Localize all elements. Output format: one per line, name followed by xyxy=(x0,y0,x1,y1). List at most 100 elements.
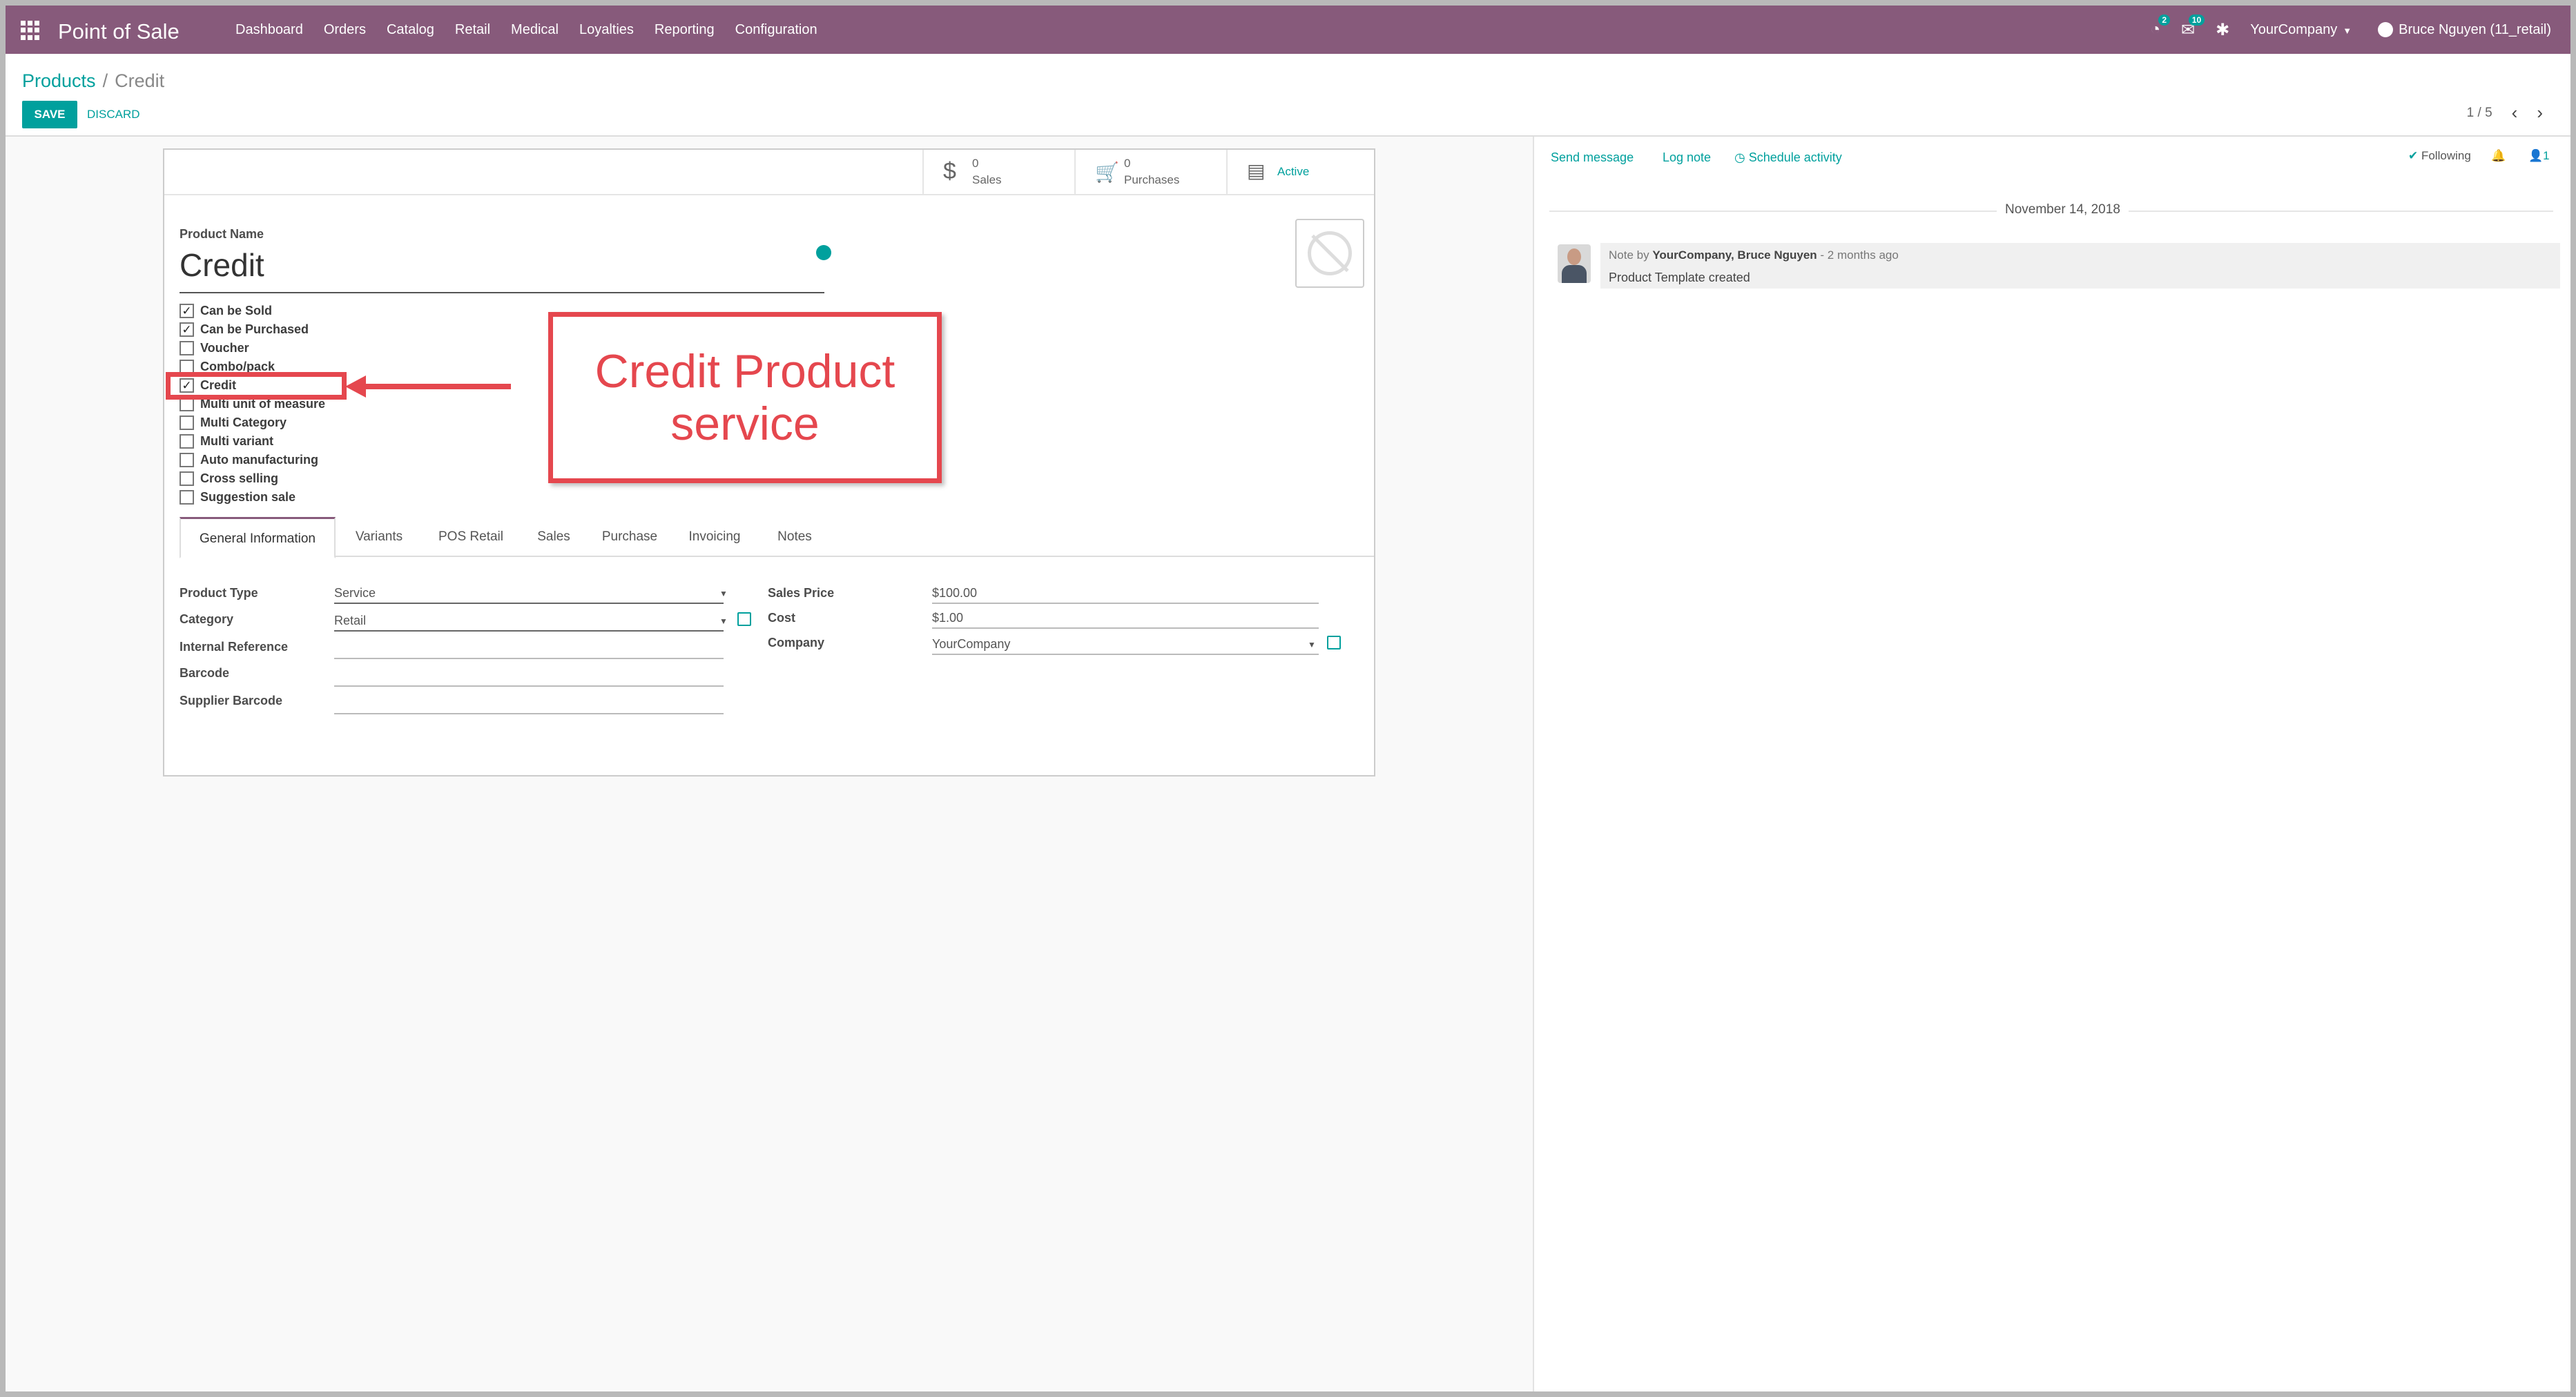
checkbox-can-be-purchased[interactable]: ✓ xyxy=(180,322,194,337)
company-name: YourCompany xyxy=(2250,21,2338,37)
menu-dashboard[interactable]: Dashboard xyxy=(235,22,303,38)
pager-next-icon[interactable]: › xyxy=(2537,102,2543,124)
checkbox-voucher[interactable] xyxy=(180,340,194,355)
purchases-label: Purchases xyxy=(1124,173,1180,186)
send-message-button[interactable]: Send message xyxy=(1551,150,1634,165)
active-label: Active xyxy=(1277,165,1310,178)
user-avatar xyxy=(2378,22,2394,38)
chatter-divider xyxy=(1533,137,1534,1391)
cost-input[interactable]: $1.00 xyxy=(932,611,963,625)
annotation-callout: Credit Product service xyxy=(548,312,942,483)
translate-globe-icon[interactable] xyxy=(816,245,831,260)
clock-icon: ◷ xyxy=(1734,150,1749,164)
author-avatar[interactable] xyxy=(1558,244,1591,283)
option-label: Suggestion sale xyxy=(200,489,296,504)
menu-reporting[interactable]: Reporting xyxy=(655,22,715,38)
debug-icon[interactable]: ✱ xyxy=(2216,20,2229,40)
followers-button[interactable]: 👤1 xyxy=(2528,149,2550,163)
top-navbar: Point of Sale Dashboard Orders Catalog R… xyxy=(6,6,2570,54)
category-label: Category xyxy=(180,612,234,626)
avatar-body xyxy=(1562,265,1587,283)
barcode-underline xyxy=(334,685,724,687)
app-title: Point of Sale xyxy=(58,19,180,43)
schedule-activity-button[interactable]: ◷ Schedule activity xyxy=(1734,150,1842,165)
menu-loyalties[interactable]: Loyalties xyxy=(579,22,634,38)
menu-medical[interactable]: Medical xyxy=(511,22,559,38)
purchases-stat-button[interactable]: 🛒 0 Purchases xyxy=(1074,150,1226,195)
message-body: Product Template created xyxy=(1609,271,1750,284)
message-date: November 14, 2018 xyxy=(1997,202,2129,217)
tab-general-information[interactable]: General Information xyxy=(180,517,336,558)
category-external-link-icon[interactable] xyxy=(737,612,751,626)
avatar-head xyxy=(1567,248,1581,265)
product-type-label: Product Type xyxy=(180,586,258,600)
internal-reference-underline xyxy=(334,658,724,659)
following-label: Following xyxy=(2421,149,2471,162)
apps-menu-icon[interactable] xyxy=(21,21,40,40)
messages-icon[interactable]: ✉ 10 xyxy=(2181,14,2205,40)
supplier-barcode-label: Supplier Barcode xyxy=(180,694,283,707)
tab-pos-retail[interactable]: POS Retail xyxy=(423,517,519,557)
checkbox-suggestion-sale[interactable] xyxy=(180,489,194,505)
option-label: Cross selling xyxy=(200,471,279,485)
category-select[interactable]: Retail xyxy=(334,614,366,628)
tab-notes[interactable]: Notes xyxy=(758,517,831,557)
pager-previous-icon[interactable]: ‹ xyxy=(2512,102,2518,124)
tab-purchase[interactable]: Purchase xyxy=(588,517,671,557)
option-label: Auto manufacturing xyxy=(200,452,318,467)
tab-invoicing[interactable]: Invoicing xyxy=(671,517,758,557)
bell-icon[interactable]: 🔔 xyxy=(2491,149,2506,163)
option-label: Voucher xyxy=(200,340,249,355)
tab-variants[interactable]: Variants xyxy=(336,517,423,557)
sales-price-label: Sales Price xyxy=(768,586,835,600)
annotation-arrow-line xyxy=(359,384,511,389)
supplier-barcode-underline xyxy=(334,713,724,714)
breadcrumb-separator: / xyxy=(102,70,108,91)
checkbox-multi-category[interactable] xyxy=(180,415,194,430)
activity-icon[interactable]: ◔ 2 xyxy=(2151,14,2171,39)
archive-icon: ▤ xyxy=(1247,160,1266,182)
checkbox-multi-variant[interactable] xyxy=(180,433,194,449)
checkbox-auto-manufacturing[interactable] xyxy=(180,452,194,467)
log-note-button[interactable]: Log note xyxy=(1663,150,1711,165)
menu-retail[interactable]: Retail xyxy=(455,22,490,38)
product-name-input[interactable]: Credit xyxy=(180,246,264,284)
internal-reference-label: Internal Reference xyxy=(180,640,289,654)
company-external-link-icon[interactable] xyxy=(1327,636,1341,649)
product-image[interactable] xyxy=(1295,219,1364,288)
company-select[interactable]: YourCompany xyxy=(932,637,1010,652)
menu-orders[interactable]: Orders xyxy=(324,22,366,38)
option-auto-manufacturing: Auto manufacturing xyxy=(180,451,318,469)
message-time: - 2 months ago xyxy=(1820,248,1899,262)
sales-price-input[interactable]: $100.00 xyxy=(932,586,977,600)
company-dropdown-icon[interactable]: ▼ xyxy=(1308,640,1316,649)
product-type-dropdown-icon[interactable]: ▼ xyxy=(719,589,728,598)
active-toggle-button[interactable]: ▤ Active xyxy=(1226,150,1374,195)
pager-value[interactable]: 1 / 5 xyxy=(2467,106,2492,121)
category-underline xyxy=(334,630,724,632)
main-menu: Dashboard Orders Catalog Retail Medical … xyxy=(235,6,838,54)
option-voucher: Voucher xyxy=(180,339,249,357)
discard-button[interactable]: DISCARD xyxy=(87,101,140,128)
user-menu[interactable]: Bruce Nguyen (11_retail) xyxy=(2378,22,2551,38)
chevron-down-icon: ▼ xyxy=(2343,25,2352,36)
save-button[interactable]: SAVE xyxy=(22,101,77,128)
message-author[interactable]: YourCompany, Bruce Nguyen xyxy=(1652,248,1817,262)
menu-configuration[interactable]: Configuration xyxy=(735,22,817,38)
following-button[interactable]: ✔ Following xyxy=(2408,149,2471,163)
option-cross-selling: Cross selling xyxy=(180,469,278,487)
product-type-select[interactable]: Service xyxy=(334,586,376,600)
option-suggestion-sale: Suggestion sale xyxy=(180,488,296,506)
category-dropdown-icon[interactable]: ▼ xyxy=(719,616,728,626)
check-icon: ✔ xyxy=(2408,149,2421,162)
checkbox-can-be-sold[interactable]: ✓ xyxy=(180,303,194,318)
sales-stat-button[interactable]: $ 0 Sales xyxy=(922,150,1074,195)
menu-catalog[interactable]: Catalog xyxy=(387,22,434,38)
breadcrumb-products[interactable]: Products xyxy=(22,70,96,91)
option-can-be-purchased: ✓ Can be Purchased xyxy=(180,320,309,338)
sales-price-underline xyxy=(932,603,1319,604)
company-switcher[interactable]: YourCompany ▼ xyxy=(2250,22,2352,38)
checkbox-cross-selling[interactable] xyxy=(180,471,194,486)
tab-sales[interactable]: Sales xyxy=(519,517,588,557)
purchases-count: 0 xyxy=(1124,157,1131,170)
